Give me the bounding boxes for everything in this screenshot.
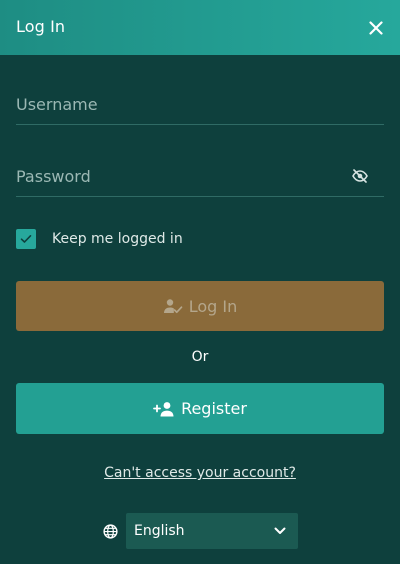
chevron-down-icon [272,523,288,539]
password-input[interactable] [16,157,346,195]
check-icon [20,235,32,243]
globe-icon [102,523,118,539]
language-selected-value: English [134,523,185,539]
close-icon [369,21,383,35]
dialog-header: Log In [0,0,400,55]
keep-logged-in-row: Keep me logged in [16,229,183,249]
help-link-row: Can't access your account? [0,463,400,483]
close-button[interactable] [364,16,388,40]
cant-access-account-link[interactable]: Can't access your account? [104,465,296,481]
password-field-wrap [16,157,384,197]
register-button[interactable]: Register [16,383,384,434]
login-dialog: Log In Keep me logged in [0,0,400,564]
dialog-title: Log In [16,17,66,36]
keep-logged-in-checkbox[interactable] [16,229,36,249]
user-check-icon [163,299,183,314]
register-button-label: Register [181,399,247,418]
or-separator: Or [191,349,209,365]
language-select[interactable]: English [126,513,298,549]
eye-off-icon [352,169,368,183]
login-button-label: Log In [188,296,238,316]
username-field-wrap [16,85,384,125]
login-button[interactable]: Log In [16,281,384,331]
username-input[interactable] [16,85,346,123]
language-row: English [102,513,298,549]
keep-logged-in-label: Keep me logged in [52,231,183,247]
password-visibility-toggle[interactable] [350,166,370,186]
user-add-icon [153,401,174,416]
